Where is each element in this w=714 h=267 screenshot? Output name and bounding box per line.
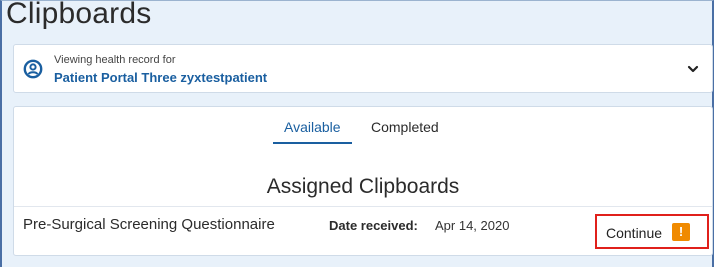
record-caption: Viewing health record for [54, 54, 176, 66]
tab-available[interactable]: Available [273, 119, 352, 144]
patient-name: Patient Portal Three zyxtestpatient [54, 70, 268, 85]
date-received-label: Date received: [329, 218, 418, 233]
section-title: Assigned Clipboards [266, 175, 460, 198]
date-received-value: Apr 14, 2020 [435, 218, 510, 233]
clipboard-name: Pre-Surgical Screening Questionnaire [23, 216, 275, 233]
divider [14, 206, 712, 207]
clipboards-card: Available Completed Assigned Clipboards … [13, 106, 713, 256]
exclamation-icon: ! [672, 223, 690, 241]
continue-label: Continue [606, 225, 663, 241]
clipboard-tabs: Available Completed [14, 119, 712, 147]
health-record-selector[interactable]: Viewing health record for Patient Portal… [13, 44, 713, 93]
person-circle-icon [23, 59, 43, 79]
tab-completed[interactable]: Completed [371, 119, 439, 142]
continue-button[interactable]: Continue ! [595, 214, 709, 249]
page-title: Clipboards [6, 0, 152, 30]
chevron-down-icon[interactable] [686, 62, 700, 76]
